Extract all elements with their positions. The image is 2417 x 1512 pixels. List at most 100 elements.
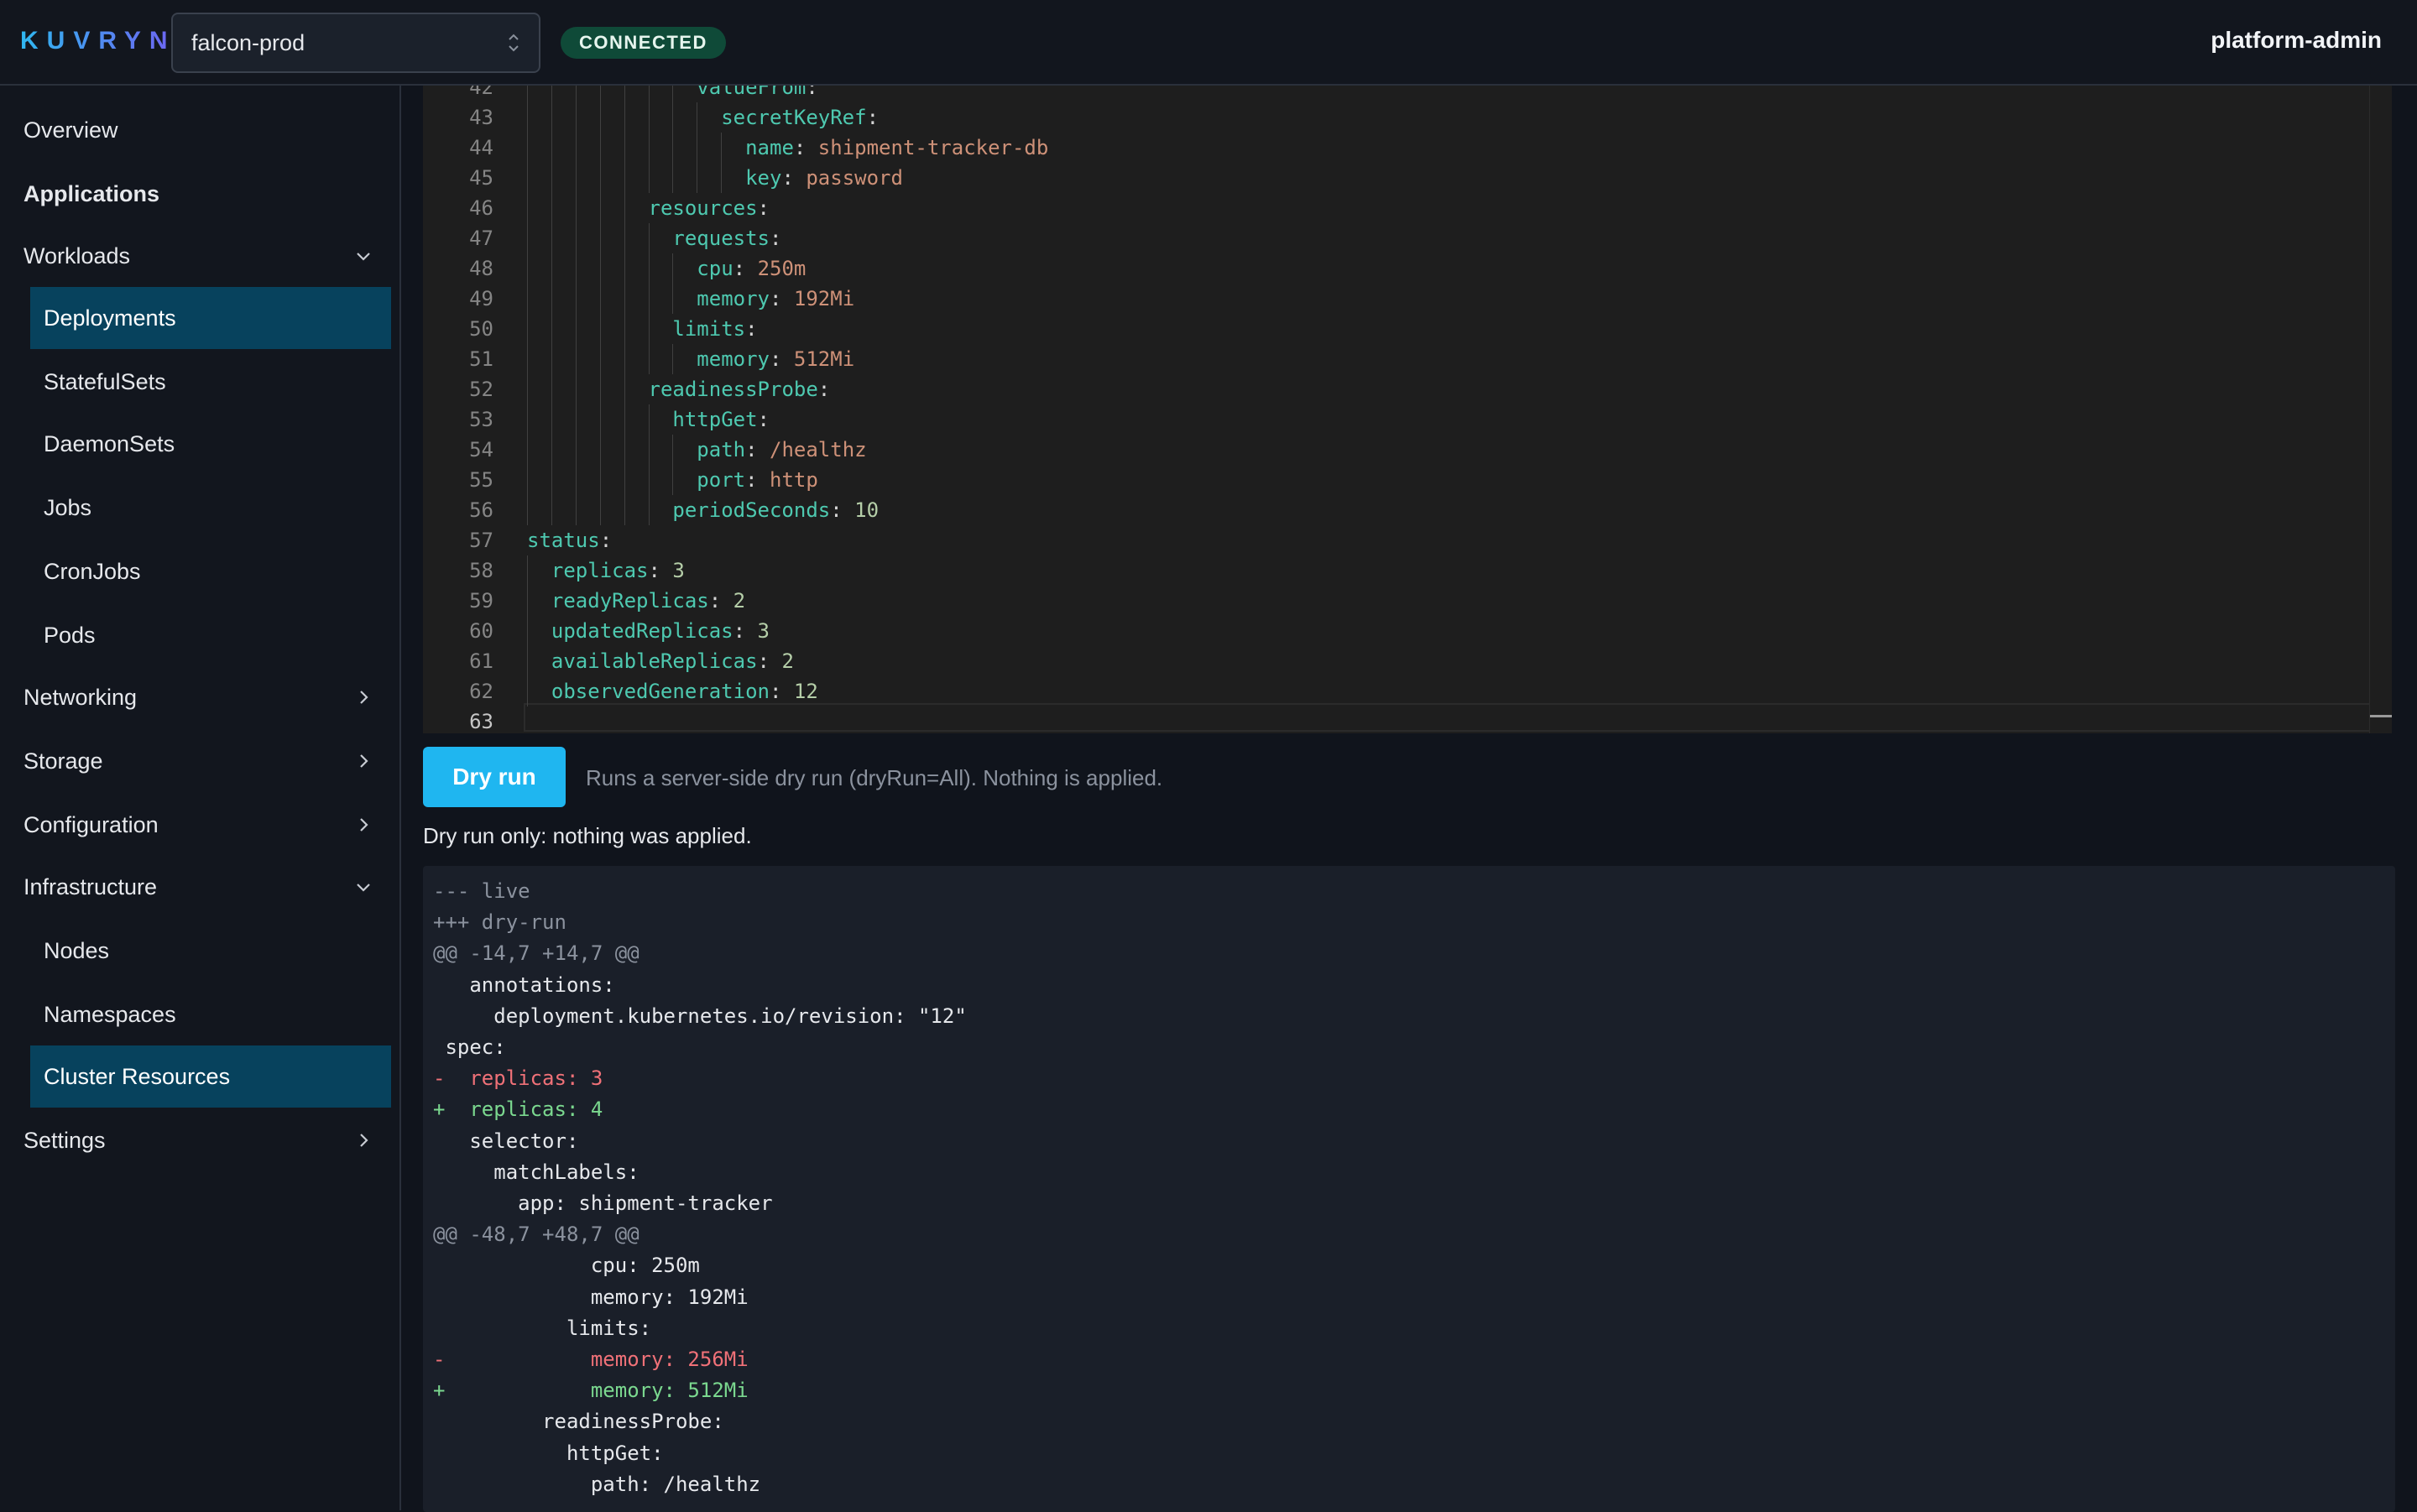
indent-guide <box>624 404 625 435</box>
sidebar-item-overview[interactable]: Overview <box>0 99 399 161</box>
code-token: : <box>757 408 770 431</box>
sidebar-item-cluster-resources[interactable]: Cluster Resources <box>30 1045 391 1108</box>
indent-guide <box>599 404 601 435</box>
code-token: readyReplicas <box>551 589 709 613</box>
indent-guide <box>575 253 577 284</box>
code-token: : <box>817 378 831 401</box>
code-token: : <box>830 498 855 522</box>
app-logo[interactable]: KUVRYN <box>20 27 176 55</box>
line-number: 47 <box>469 227 493 250</box>
sidebar-item-pods[interactable]: Pods <box>0 604 399 666</box>
editor-line: 57 status: <box>423 525 2370 555</box>
indent-guide <box>575 284 577 314</box>
line-code: updatedReplicas: 3 <box>551 616 770 646</box>
sidebar-item-deployments[interactable]: Deployments <box>30 287 391 349</box>
indent-guide <box>551 163 552 193</box>
diff-line-ctx: cpu: 250m <box>433 1254 700 1278</box>
sidebar-item-infrastructure[interactable]: Infrastructure <box>0 856 399 918</box>
editor-line: 52 readinessProbe: <box>423 374 2370 404</box>
line-code: status: <box>527 525 612 555</box>
code-token: : <box>769 227 782 250</box>
editor-line: 47 requests: <box>423 223 2370 253</box>
chevron-down-icon <box>352 245 374 267</box>
diff-line-ctx: matchLabels: <box>433 1160 639 1184</box>
diff-line-meta: @@ -14,7 +14,7 @@ <box>433 941 639 966</box>
line-number: 63 <box>469 710 493 733</box>
code-token: port <box>697 468 746 492</box>
indent-guide <box>551 314 552 344</box>
sidebar-item-namespaces[interactable]: Namespaces <box>0 983 399 1045</box>
code-token: : <box>733 257 758 280</box>
sidebar-item-daemonsets[interactable]: DaemonSets <box>0 413 399 475</box>
sidebar-item-networking[interactable]: Networking <box>0 666 399 728</box>
cluster-select[interactable]: falcon-prod <box>171 13 540 73</box>
sidebar-item-label: Nodes <box>44 937 110 963</box>
indent-guide <box>527 86 528 102</box>
indent-guide <box>527 344 528 374</box>
code-token: path <box>697 438 746 461</box>
dry-run-hint: Runs a server-side dry run (dryRun=All).… <box>586 765 1163 790</box>
indent-guide <box>599 133 601 163</box>
indent-guide <box>575 495 577 525</box>
sidebar-item-statefulsets[interactable]: StatefulSets <box>0 351 399 413</box>
editor-line: 53 httpGet: <box>423 404 2370 435</box>
indent-guide <box>599 193 601 223</box>
indent-guide <box>527 102 528 133</box>
dry-run-button[interactable]: Dry run <box>423 747 566 807</box>
sidebar-item-storage[interactable]: Storage <box>0 730 399 792</box>
indent-guide <box>648 163 650 193</box>
sidebar-item-label: Settings <box>23 1127 106 1153</box>
chevron-right-icon <box>352 686 374 708</box>
indent-guide <box>599 374 601 404</box>
line-number: 44 <box>469 136 493 159</box>
sidebar-item-jobs[interactable]: Jobs <box>0 477 399 539</box>
line-number: 59 <box>469 589 493 613</box>
indent-guide <box>624 86 625 102</box>
editor-line: 43 secretKeyRef: <box>423 102 2370 133</box>
user-menu[interactable]: platform-admin <box>2211 27 2382 54</box>
indent-guide <box>648 465 650 495</box>
diff-line-meta: +++ dry-run <box>433 910 566 935</box>
indent-guide <box>527 253 528 284</box>
code-token: : <box>733 619 758 643</box>
indent-guide <box>551 435 552 465</box>
indent-guide <box>648 86 650 102</box>
code-token: replicas <box>551 559 649 582</box>
sidebar-item-configuration[interactable]: Configuration <box>0 794 399 856</box>
sidebar-item-applications[interactable]: Applications <box>0 163 399 225</box>
code-token: : <box>770 287 794 310</box>
chevron-right-icon <box>352 750 374 772</box>
editor-scrollbar[interactable] <box>2369 86 2392 733</box>
indent-guide <box>599 102 601 133</box>
indent-guide <box>551 133 552 163</box>
indent-guide <box>551 465 552 495</box>
indent-guide <box>672 344 674 374</box>
indent-guide <box>527 223 528 253</box>
indent-guide <box>599 465 601 495</box>
line-number: 60 <box>469 619 493 643</box>
code-token: : <box>745 438 770 461</box>
yaml-editor[interactable]: 42 valueFrom: 43 secretKeyRef: 44 name: shipm… <box>423 86 2392 733</box>
code-token: secretKeyRef <box>721 106 867 129</box>
editor-line: 48 cpu: 250m <box>423 253 2370 284</box>
code-token: shipment-tracker-db <box>817 136 1049 159</box>
diff-line-meta: --- live <box>433 879 530 903</box>
diff-line-ctx: selector: <box>433 1129 579 1153</box>
sidebar-item-nodes[interactable]: Nodes <box>0 920 399 982</box>
sidebar-item-cronjobs[interactable]: CronJobs <box>0 540 399 602</box>
diff-line-ctx: readinessProbe: <box>433 1410 724 1434</box>
indent-guide <box>551 253 552 284</box>
main-content: 42 valueFrom: 43 secretKeyRef: 44 name: shipm… <box>401 86 2417 1512</box>
sidebar-item-settings[interactable]: Settings <box>0 1109 399 1171</box>
sidebar-item-workloads[interactable]: Workloads <box>0 225 399 287</box>
cluster-select-value: falcon-prod <box>191 29 305 55</box>
indent-guide <box>527 374 528 404</box>
indent-guide <box>599 223 601 253</box>
editor-line: 42 valueFrom: <box>423 86 2370 102</box>
code-token: : <box>708 589 733 613</box>
sidebar-item-label: Overview <box>23 117 118 143</box>
indent-guide <box>624 465 625 495</box>
indent-guide <box>624 374 625 404</box>
code-token: : <box>806 86 818 99</box>
sidebar-item-label: Namespaces <box>44 1001 176 1027</box>
